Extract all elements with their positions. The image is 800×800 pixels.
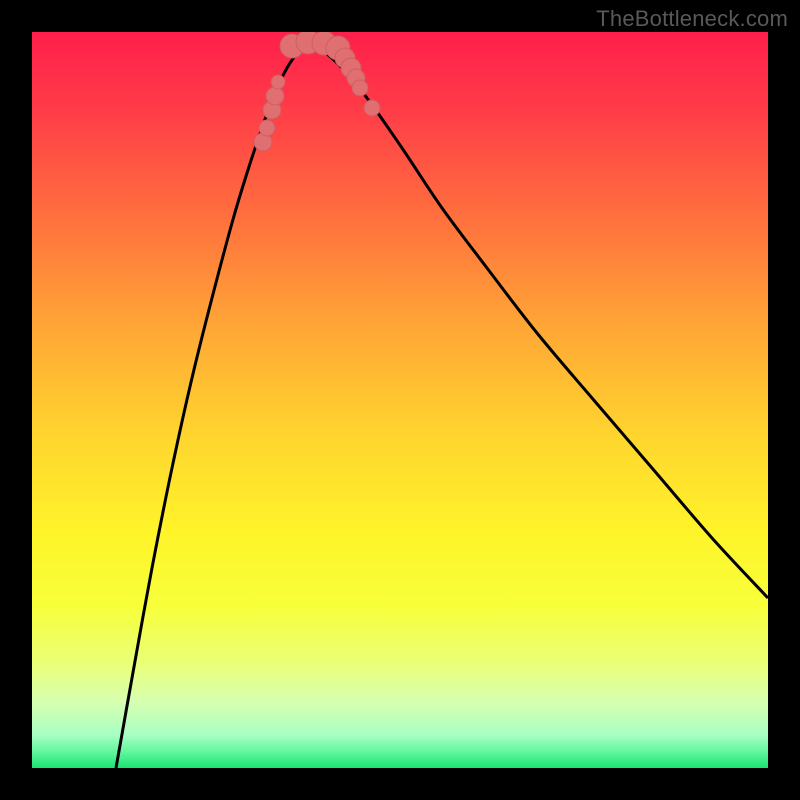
curve-marker xyxy=(352,80,368,96)
curve-markers xyxy=(254,32,380,151)
curve-marker xyxy=(364,100,380,116)
curve-marker xyxy=(271,75,285,89)
chart-canvas xyxy=(32,32,768,768)
curve-right xyxy=(307,41,768,598)
watermark-text: TheBottleneck.com xyxy=(596,6,788,32)
plot-frame xyxy=(32,32,768,768)
curve-left xyxy=(116,41,307,768)
curve-marker xyxy=(259,120,275,136)
curve-marker xyxy=(266,87,284,105)
